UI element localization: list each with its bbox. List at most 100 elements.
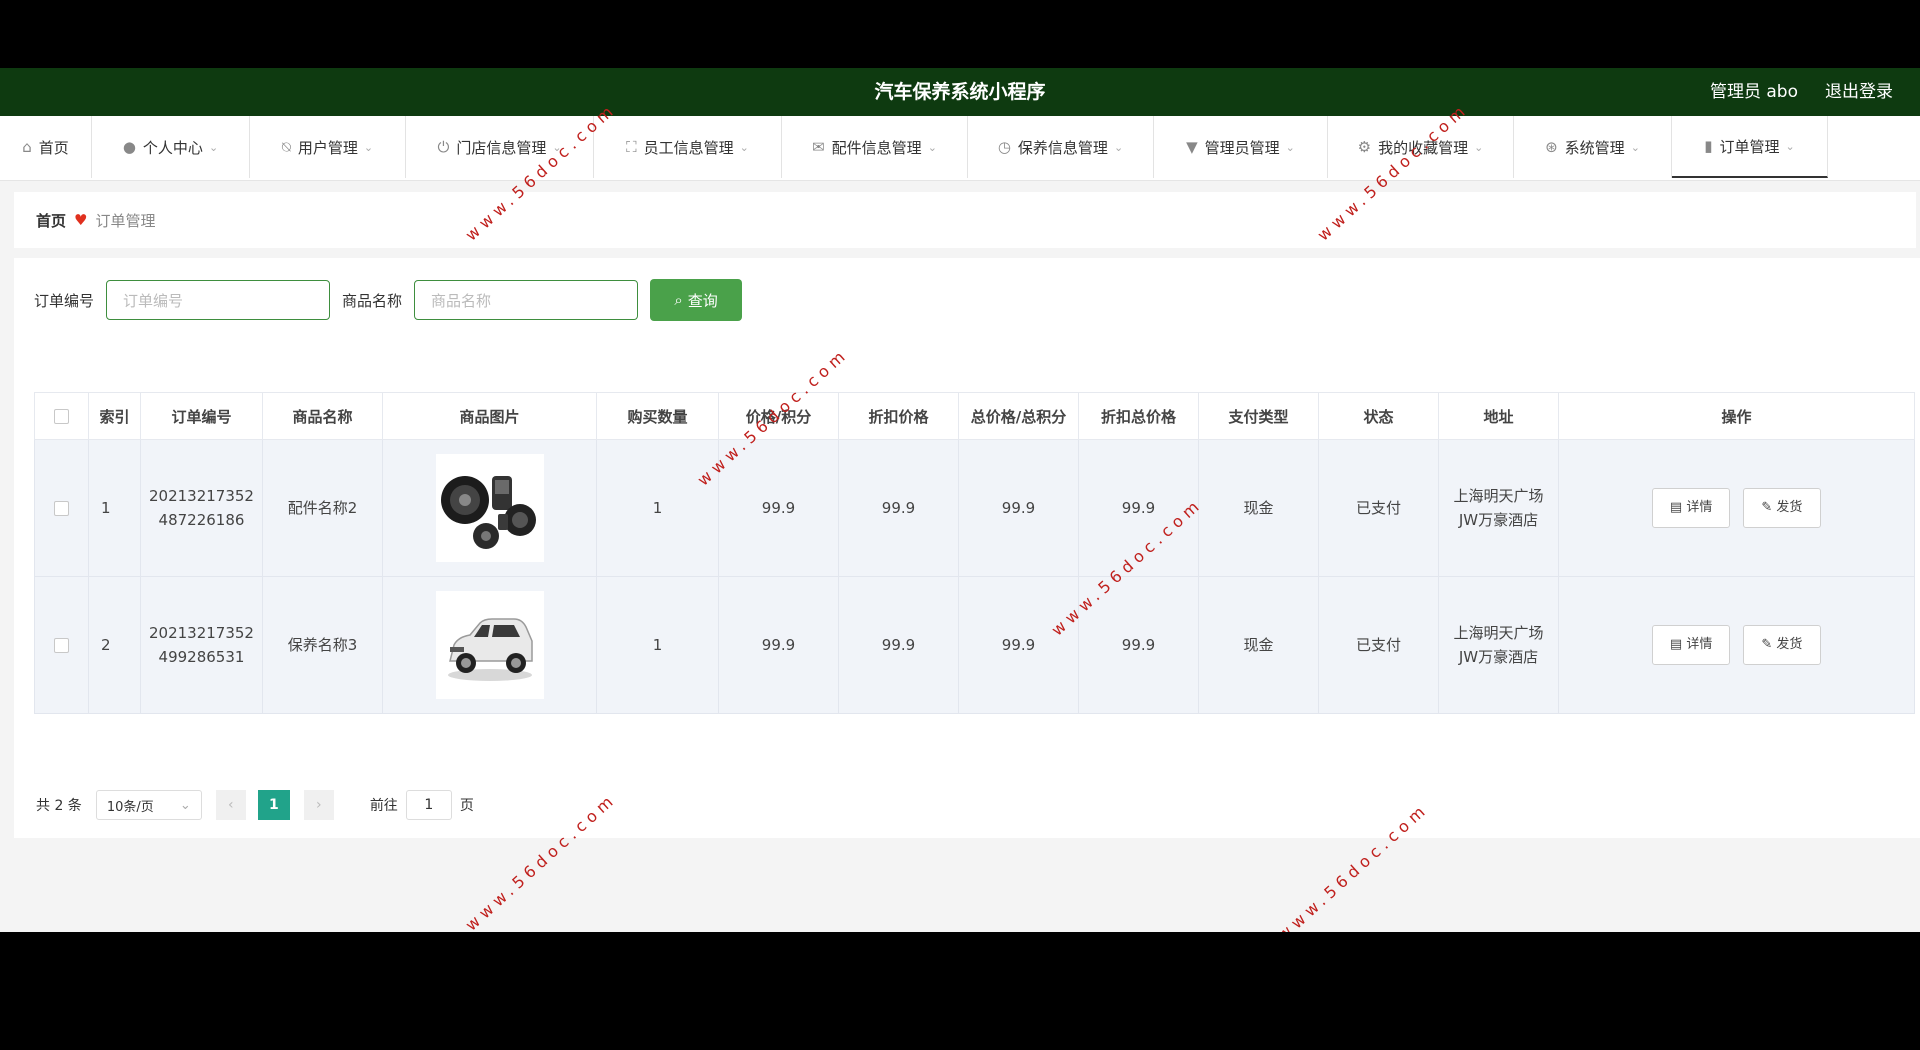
- speaker-parts-image: [439, 458, 540, 558]
- goto-page-input[interactable]: 1: [405, 790, 452, 820]
- chevron-down-icon: ⌄: [1285, 140, 1295, 154]
- document-icon: ▤: [1669, 637, 1687, 652]
- app-title: 汽车保养系统小程序: [874, 81, 1046, 103]
- column-header: 总价格/总积分: [958, 392, 1079, 440]
- column-header: 操作: [1558, 392, 1915, 440]
- nav-item-user-management[interactable]: ⍉ 用户管理 ⌄: [250, 116, 406, 178]
- nav-item-label: 订单管理: [1719, 137, 1780, 156]
- chevron-down-icon: ⌄: [363, 140, 374, 154]
- chevron-down-icon: ⌄: [739, 140, 749, 154]
- pagination: 共 2 条 10条/页 ⌄ ‹ 1 › 前往 1 页: [36, 790, 474, 820]
- chevron-down-icon: ⌄: [1630, 140, 1640, 154]
- white-suv-image: [439, 595, 540, 695]
- column-header: 商品图片: [382, 392, 597, 440]
- breadcrumb: 首页 ♥ 订单管理: [14, 192, 1916, 248]
- goto-label: 前往: [369, 798, 398, 814]
- nav-item-admin-management[interactable]: ▼ 管理员管理 ⌄: [1154, 116, 1328, 178]
- column-header: 索引: [88, 392, 141, 440]
- nav-item-label: 个人中心: [142, 138, 203, 157]
- qty-cell: 1: [596, 439, 719, 577]
- column-header: 商品名称: [262, 392, 383, 440]
- nav-item-personal-center[interactable]: ● 个人中心 ⌄: [92, 116, 250, 178]
- row-checkbox[interactable]: [54, 638, 69, 653]
- bell-off-icon: ⍉: [281, 138, 291, 156]
- mail-icon: ✉: [812, 138, 825, 156]
- ship-button-label: 发货: [1776, 500, 1803, 515]
- select-all-checkbox[interactable]: [54, 409, 69, 424]
- image-cell: [382, 439, 597, 577]
- nav-item-label: 保养信息管理: [1017, 138, 1108, 157]
- row-select-cell[interactable]: [34, 576, 89, 714]
- prev-page-button[interactable]: ‹: [215, 790, 246, 820]
- product-image: [435, 454, 544, 562]
- chevron-down-icon: ⌄: [1785, 139, 1795, 153]
- address-cell: 上海明天广场JW万豪酒店: [1438, 439, 1559, 577]
- nav-item-label: 系统管理: [1564, 138, 1625, 157]
- price-cell: 99.9: [718, 576, 839, 714]
- column-header: 状态: [1318, 392, 1439, 440]
- product-cell: 保养名称3: [262, 576, 383, 714]
- actions-cell: ▤ 详情 ✎ 发货: [1558, 439, 1915, 577]
- total-cell: 99.9: [958, 576, 1079, 714]
- detail-button[interactable]: ▤ 详情: [1652, 625, 1731, 665]
- detail-button[interactable]: ▤ 详情: [1652, 488, 1731, 528]
- nav-item-label: 门店信息管理: [456, 138, 547, 157]
- nav-item-label: 员工信息管理: [643, 138, 734, 157]
- nav-item-system-management[interactable]: ⊛ 系统管理 ⌄: [1514, 116, 1672, 178]
- table-row: 2 20213217352499286531 保养名称3 1 99.9 99.9…: [34, 576, 1915, 714]
- chevron-down-icon: ⌄: [1474, 140, 1484, 154]
- clock-icon: ◷: [997, 138, 1011, 156]
- select-all-cell[interactable]: [34, 392, 89, 440]
- nav-item-label: 管理员管理: [1204, 138, 1280, 157]
- help-icon: ⊛: [1545, 138, 1558, 156]
- product-name-input[interactable]: 商品名称: [414, 280, 639, 320]
- detail-button-label: 详情: [1686, 500, 1713, 515]
- chevron-down-icon: ⌄: [1113, 140, 1124, 154]
- nav-item-order-management[interactable]: ▮ 订单管理 ⌄: [1672, 116, 1828, 178]
- pay-type-cell: 现金: [1198, 439, 1319, 577]
- search-button[interactable]: ⌕ 查询: [650, 279, 743, 321]
- page-size-select[interactable]: 10条/页 ⌄: [95, 790, 202, 820]
- next-page-button[interactable]: ›: [303, 790, 334, 820]
- breadcrumb-home[interactable]: 首页: [36, 210, 66, 231]
- search-button-label: 查询: [687, 291, 718, 310]
- chevron-left-icon: ‹: [228, 797, 234, 813]
- discount-price-cell: 99.9: [838, 576, 959, 714]
- nav-item-maintenance-management[interactable]: ◷ 保养信息管理 ⌄: [968, 116, 1154, 178]
- ship-button-label: 发货: [1776, 637, 1803, 652]
- page-suffix-label: 页: [459, 798, 474, 814]
- breadcrumb-current: 订单管理: [95, 211, 156, 230]
- pay-type-cell: 现金: [1198, 576, 1319, 714]
- column-header: 折扣价格: [838, 392, 959, 440]
- search-bar: 订单编号 订单编号 商品名称 商品名称 ⌕ 查询: [34, 278, 743, 322]
- column-header: 购买数量: [596, 392, 719, 440]
- discount-price-cell: 99.9: [838, 439, 959, 577]
- order-no-input[interactable]: 订单编号: [106, 280, 331, 320]
- top-header: 汽车保养系统小程序 管理员 abo 退出登录: [0, 68, 1920, 116]
- ship-button[interactable]: ✎ 发货: [1742, 625, 1821, 665]
- table-row: 1 20213217352487226186 配件名称2 1 99.9 99.9…: [34, 439, 1915, 577]
- column-header: 订单编号: [140, 392, 263, 440]
- heart-icon: ♥: [74, 211, 88, 229]
- row-select-cell[interactable]: [34, 439, 89, 577]
- nav-item-label: 用户管理: [297, 138, 358, 157]
- actions-cell: ▤ 详情 ✎ 发货: [1558, 576, 1915, 714]
- page-number-current[interactable]: 1: [257, 790, 290, 820]
- total-count: 共 2 条: [36, 798, 82, 814]
- orders-table: 索引 订单编号 商品名称 商品图片 购买数量 价格/积分 折扣价格 总价格/总积…: [34, 392, 1915, 714]
- main-nav: ⌂ 首页 ● 个人中心 ⌄ ⍉ 用户管理 ⌄ ⏻ 门店信息管理 ⌄ ⛶ 员工信息…: [0, 116, 1920, 181]
- status-cell: 已支付: [1318, 576, 1439, 714]
- logout-button[interactable]: 退出登录: [1825, 68, 1893, 116]
- row-checkbox[interactable]: [54, 501, 69, 516]
- app-window: 汽车保养系统小程序 管理员 abo 退出登录 ⌂ 首页 ● 个人中心 ⌄ ⍉ 用…: [0, 68, 1920, 932]
- order-no-cell: 20213217352499286531: [140, 576, 263, 714]
- qty-cell: 1: [596, 576, 719, 714]
- nav-item-home[interactable]: ⌂ 首页: [0, 116, 92, 178]
- nav-item-parts-management[interactable]: ✉ 配件信息管理 ⌄: [782, 116, 968, 178]
- column-header: 地址: [1438, 392, 1559, 440]
- column-header: 支付类型: [1198, 392, 1319, 440]
- nav-item-staff-management[interactable]: ⛶ 员工信息管理 ⌄: [594, 116, 782, 178]
- ship-button[interactable]: ✎ 发货: [1742, 488, 1821, 528]
- brush-icon: ▼: [1186, 138, 1198, 156]
- current-user: 管理员 abo: [1709, 82, 1798, 102]
